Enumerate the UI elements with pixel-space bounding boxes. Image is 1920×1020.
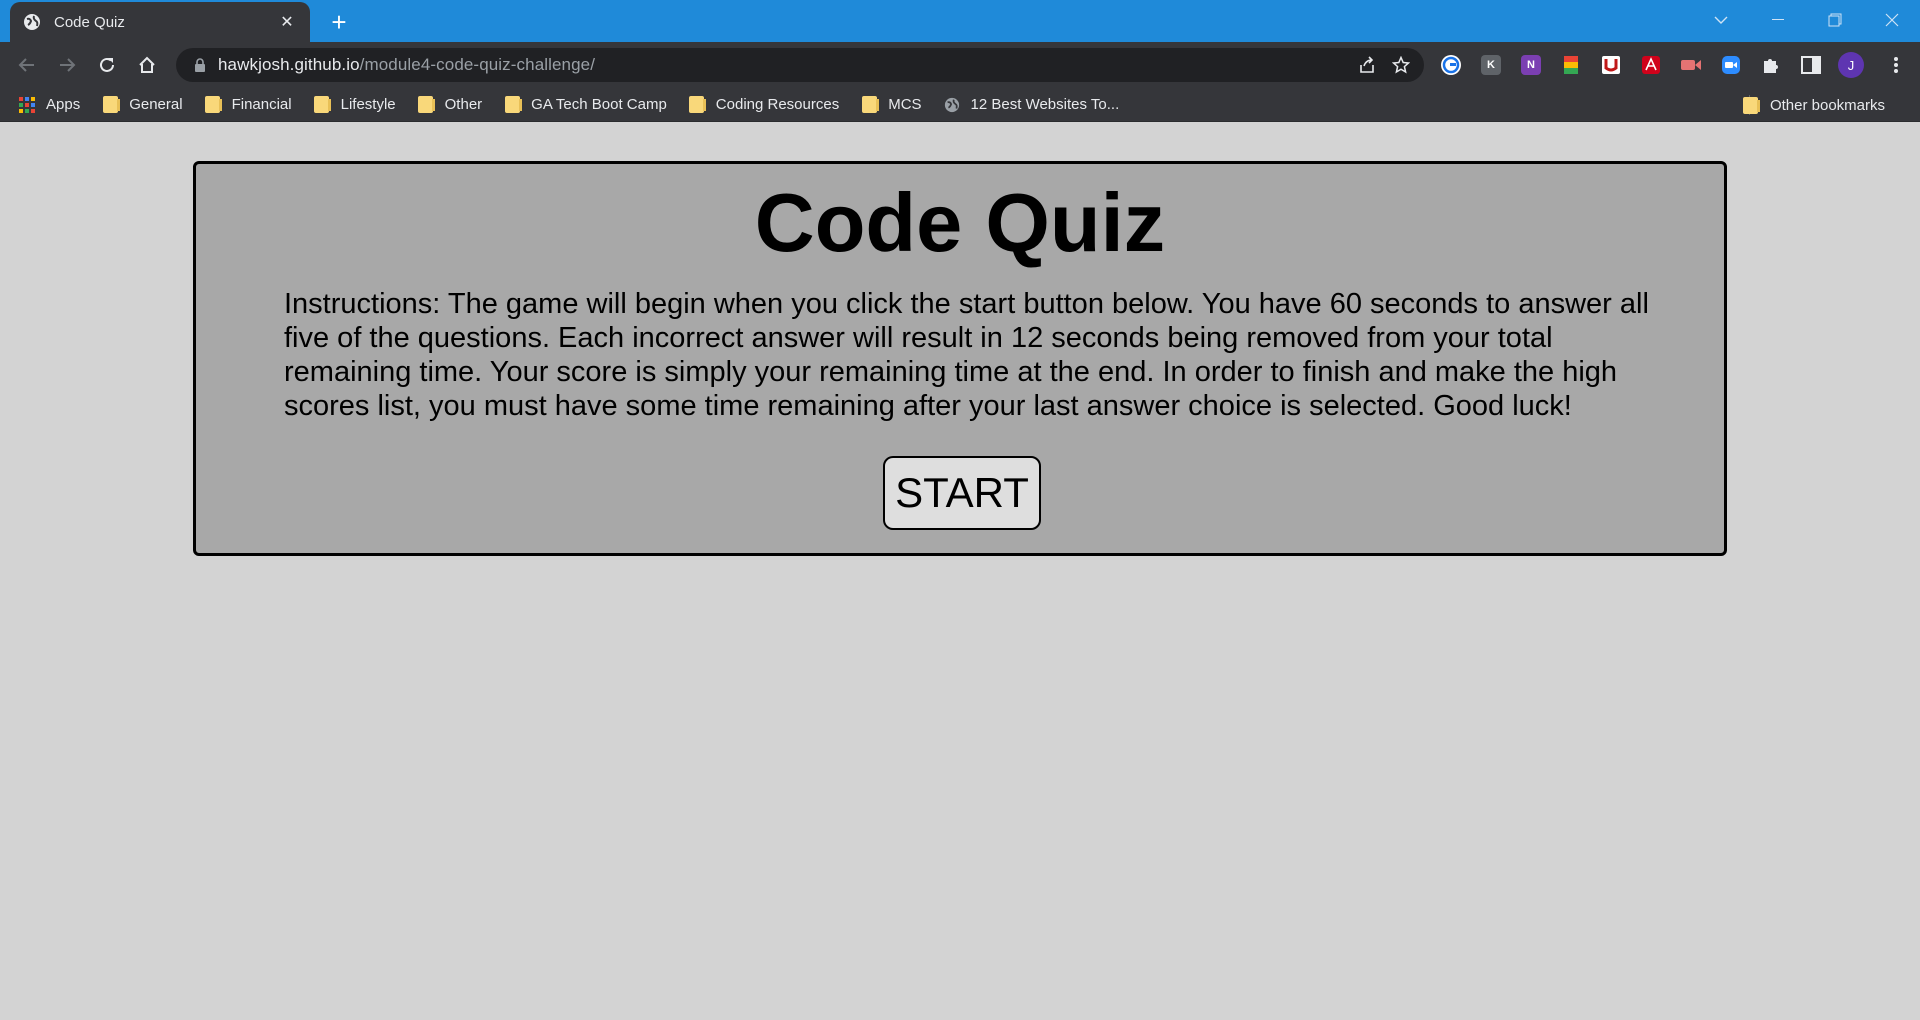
bookmark-label: Other (444, 96, 483, 113)
close-window-icon[interactable] (1863, 0, 1920, 40)
bookmark-mcs[interactable]: MCS (860, 91, 930, 119)
folder-icon (101, 96, 120, 114)
window-controls (1692, 0, 1920, 40)
side-panel-icon[interactable] (1796, 50, 1826, 80)
tab-close-icon[interactable]: ✕ (276, 11, 298, 33)
folder-icon (860, 96, 879, 114)
bookmark-label: Apps (46, 96, 81, 113)
tab-code-quiz[interactable]: Code Quiz ✕ (10, 2, 310, 42)
tab-strip: Code Quiz ✕ + (0, 0, 1920, 42)
google-sheets-icon[interactable] (1556, 50, 1586, 80)
bookmark-ga-tech-boot-camp[interactable]: GA Tech Boot Camp (503, 91, 676, 119)
bookmark-coding-resources[interactable]: Coding Resources (688, 91, 848, 119)
apps-grid-icon (18, 96, 36, 114)
url-text: hawkjosh.github.io/module4-code-quiz-cha… (218, 55, 595, 75)
forward-icon[interactable] (52, 50, 82, 80)
more-menu-icon[interactable] (1886, 55, 1906, 75)
restore-icon[interactable] (1806, 0, 1863, 40)
bookmark-label: Lifestyle (340, 96, 396, 113)
bookmark-label: GA Tech Boot Camp (531, 96, 667, 113)
lock-icon[interactable] (192, 57, 208, 73)
url-path: /module4-code-quiz-challenge/ (359, 55, 596, 74)
folder-icon (204, 96, 223, 114)
url-host: hawkjosh.github.io (218, 55, 360, 74)
extensions-area: K N J (1436, 50, 1866, 80)
instructions-text: Instructions: The game will begin when y… (284, 288, 1649, 422)
bookmark-label: Coding Resources (715, 96, 840, 113)
new-tab-button[interactable]: + (325, 8, 353, 36)
tab-title: Code Quiz (54, 13, 125, 31)
globe-icon (22, 12, 42, 32)
bookmark-label: MCS (888, 96, 922, 113)
other-bookmarks[interactable]: Other bookmarks (1742, 91, 1894, 119)
start-button[interactable]: START (883, 456, 1041, 530)
minimize-icon[interactable] (1749, 0, 1806, 40)
puzzle-extensions-icon[interactable] (1756, 50, 1786, 80)
onenote-clipper-icon[interactable]: N (1516, 50, 1546, 80)
folder-icon (688, 96, 707, 114)
reload-icon[interactable] (92, 50, 122, 80)
address-bar[interactable]: hawkjosh.github.io/module4-code-quiz-cha… (176, 48, 1424, 82)
quiz-card: Code Quiz Instructions: The game will be… (193, 161, 1727, 556)
bookmarks-bar: Apps General Financial Lifestyle Other G… (0, 88, 1920, 122)
grammar-extension-icon[interactable] (1436, 50, 1466, 80)
folder-icon (1742, 96, 1761, 114)
folder-icon (417, 96, 436, 114)
bookmark-general[interactable]: General (101, 91, 191, 119)
mcafee-icon[interactable] (1596, 50, 1626, 80)
bookmark-apps[interactable]: Apps (18, 91, 89, 119)
bookmark-financial[interactable]: Financial (204, 91, 301, 119)
bookmark-star-icon[interactable] (1388, 52, 1414, 78)
gray-extension-icon[interactable]: K (1476, 50, 1506, 80)
globe-icon (943, 96, 961, 114)
bookmark-label: 12 Best Websites To... (970, 96, 1120, 113)
bookmark-lifestyle[interactable]: Lifestyle (313, 91, 405, 119)
back-icon[interactable] (12, 50, 42, 80)
share-icon[interactable] (1354, 52, 1380, 78)
other-bookmarks-label: Other bookmarks (1769, 96, 1885, 114)
page-title: Code Quiz (754, 176, 1166, 269)
tab-search-icon[interactable] (1692, 0, 1749, 40)
avatar-letter: J (1838, 52, 1864, 78)
home-icon[interactable] (132, 50, 162, 80)
screencast-icon[interactable] (1676, 50, 1706, 80)
zoom-icon[interactable] (1716, 50, 1746, 80)
bookmark-other[interactable]: Other (417, 91, 492, 119)
bookmark-label: General (129, 96, 183, 113)
adobe-acrobat-icon[interactable] (1636, 50, 1666, 80)
folder-icon (313, 96, 332, 114)
browser-toolbar: hawkjosh.github.io/module4-code-quiz-cha… (0, 42, 1920, 88)
folder-icon (503, 96, 522, 114)
bookmark-label: Financial (231, 96, 292, 113)
profile-avatar[interactable]: J (1836, 50, 1866, 80)
bookmark-12-best-websites[interactable]: 12 Best Websites To... (943, 91, 1129, 119)
